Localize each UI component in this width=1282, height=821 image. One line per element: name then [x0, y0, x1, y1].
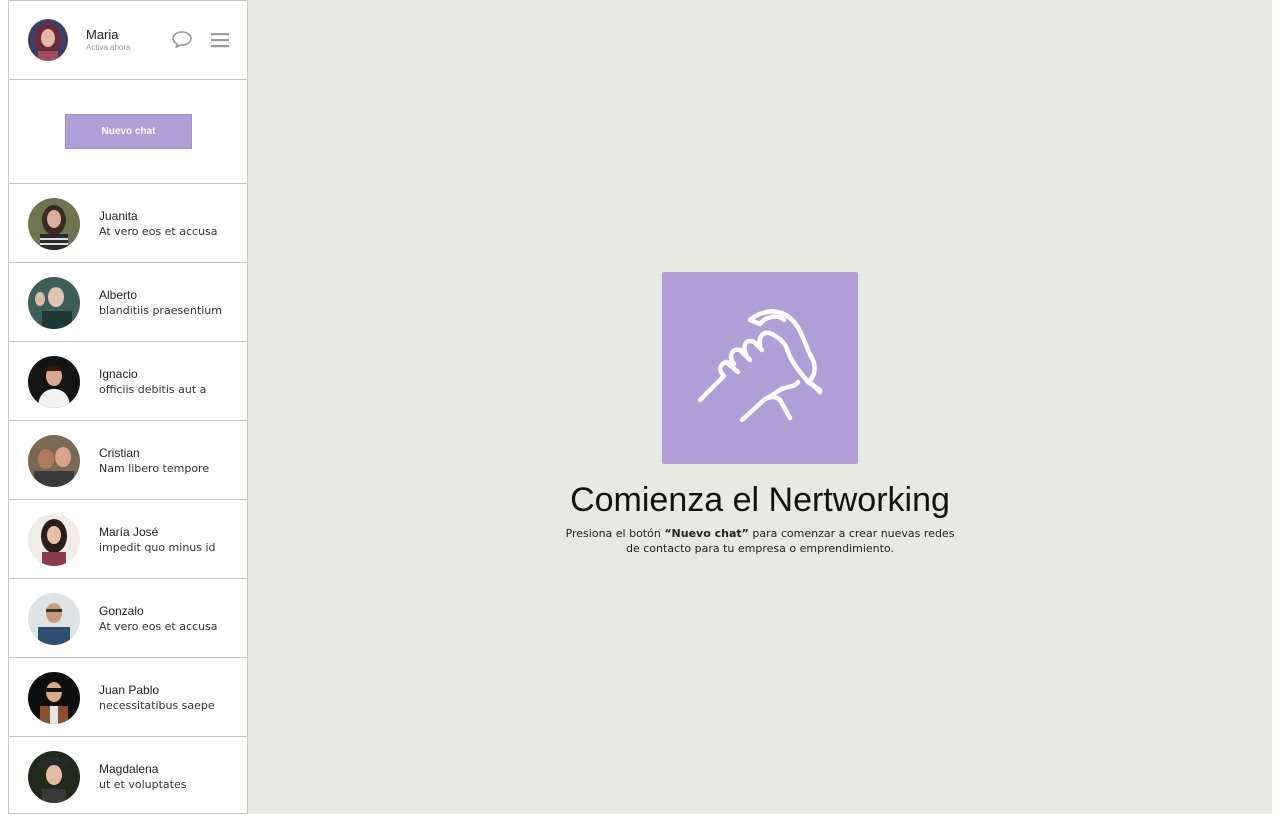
- contact-item[interactable]: Ignacio officiis debitis aut a: [9, 342, 247, 421]
- contact-name: Ignacio: [99, 367, 138, 381]
- contact-item[interactable]: Cristian Nam libero tempore: [9, 421, 247, 500]
- contact-last-message: At vero eos et accusa: [99, 225, 218, 238]
- contact-last-message: necessitatibus saepe: [99, 699, 215, 712]
- handshake-icon: [697, 309, 823, 423]
- contact-avatar: [28, 277, 80, 329]
- contact-item[interactable]: Juan Pablo necessitatibus saepe: [9, 658, 247, 737]
- hero-illustration: [662, 272, 858, 464]
- contact-last-message: At vero eos et accusa: [99, 620, 218, 633]
- contact-last-message: Nam libero tempore: [99, 462, 210, 475]
- contact-last-message: impedit quo minus id: [99, 541, 216, 554]
- contact-item[interactable]: Magdalena ut et voluptates: [9, 737, 247, 816]
- contact-avatar: [28, 514, 80, 566]
- hero-text-bold: “Nuevo chat”: [664, 527, 749, 540]
- contact-name: Magdalena: [99, 762, 159, 776]
- sidebar: Maria Activa ahora Nuevo chat Juanita At…: [8, 0, 248, 814]
- contact-item[interactable]: Alberto blanditiis praesentium: [9, 263, 247, 342]
- user-avatar[interactable]: [28, 19, 68, 61]
- contact-item[interactable]: María José impedit quo minus id: [9, 500, 247, 579]
- contact-avatar: [28, 435, 80, 487]
- contact-name: Gonzalo: [99, 604, 144, 618]
- contact-name: Alberto: [99, 288, 138, 302]
- hero-description: Presiona el botón “Nuevo chat” para come…: [560, 526, 960, 556]
- user-name: Maria: [86, 27, 119, 42]
- contact-last-message: officiis debitis aut a: [99, 383, 207, 396]
- contact-name: Juanita: [99, 209, 138, 223]
- contact-avatar: [28, 593, 80, 645]
- contact-item[interactable]: Juanita At vero eos et accusa: [9, 184, 247, 263]
- user-status: Activa ahora: [86, 43, 131, 52]
- hero-title: Comienza el Nertworking: [570, 481, 950, 519]
- chat-bubble-icon[interactable]: [171, 29, 193, 49]
- main-panel: Comienza el Nertworking Presiona el botó…: [248, 0, 1272, 814]
- contact-avatar: [28, 198, 80, 250]
- contact-avatar: [28, 751, 80, 803]
- contact-last-message: blanditiis praesentium: [99, 304, 222, 317]
- contact-name: María José: [99, 525, 159, 539]
- contact-name: Cristian: [99, 446, 140, 460]
- contact-last-message: ut et voluptates: [99, 778, 187, 791]
- contact-avatar: [28, 672, 80, 724]
- contact-name: Juan Pablo: [99, 683, 160, 697]
- hero-text-before: Presiona el botón: [565, 527, 665, 540]
- hamburger-menu-icon[interactable]: [210, 31, 230, 49]
- new-chat-section: Nuevo chat: [9, 80, 247, 184]
- new-chat-button[interactable]: Nuevo chat: [65, 114, 192, 149]
- profile-header: Maria Activa ahora: [9, 1, 247, 80]
- page-edge: [1272, 0, 1282, 821]
- contact-avatar: [28, 356, 80, 408]
- contact-item[interactable]: Gonzalo At vero eos et accusa: [9, 579, 247, 658]
